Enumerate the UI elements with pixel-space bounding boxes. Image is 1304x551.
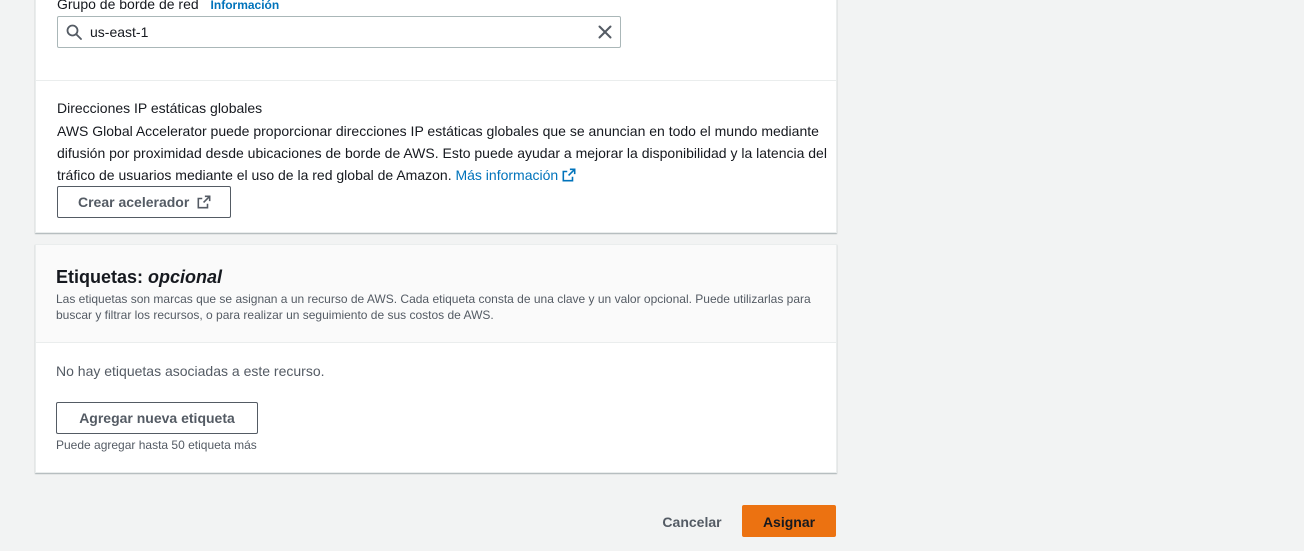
search-value: us-east-1 — [90, 24, 149, 40]
close-icon[interactable] — [597, 24, 613, 40]
static-ip-description: AWS Global Accelerator puede proporciona… — [57, 120, 827, 186]
create-accelerator-button[interactable]: Crear acelerador — [57, 186, 231, 218]
assign-button[interactable]: Asignar — [742, 505, 836, 537]
tags-title: Etiquetas: opcional — [56, 267, 222, 287]
cancel-button[interactable]: Cancelar — [651, 505, 733, 537]
static-ip-description-text: AWS Global Accelerator puede proporciona… — [57, 123, 827, 183]
add-tag-button[interactable]: Agregar nueva etiqueta — [56, 402, 258, 434]
tags-title-optional: opcional — [148, 267, 223, 287]
external-link-icon — [197, 195, 211, 209]
tags-header: Etiquetas: opcional Las etiquetas son ma… — [36, 245, 836, 343]
create-accelerator-label: Crear acelerador — [78, 194, 190, 210]
edge-group-search-input[interactable]: us-east-1 — [57, 16, 621, 48]
network-settings-panel: Grupo de borde de red Información us-eas… — [35, 0, 837, 233]
external-link-icon — [562, 168, 576, 182]
search-icon — [66, 24, 82, 40]
tags-title-text: Etiquetas: — [56, 267, 144, 287]
tags-description: Las etiquetas son marcas que se asignan … — [56, 292, 811, 322]
info-link[interactable]: Información — [211, 0, 280, 12]
empty-tags-message: No hay etiquetas asociadas a este recurs… — [56, 363, 325, 379]
edge-group-label: Grupo de borde de red — [57, 0, 199, 12]
divider — [36, 80, 836, 81]
more-info-link-label: Más información — [455, 167, 559, 183]
tags-limit-hint: Puede agregar hasta 50 etiqueta más — [56, 438, 257, 452]
static-ip-title: Direcciones IP estáticas globales — [57, 100, 263, 116]
more-info-link[interactable]: Más información — [455, 167, 576, 183]
edge-group-label-row: Grupo de borde de red Información — [57, 0, 279, 14]
tags-panel: Etiquetas: opcional Las etiquetas son ma… — [35, 244, 837, 473]
